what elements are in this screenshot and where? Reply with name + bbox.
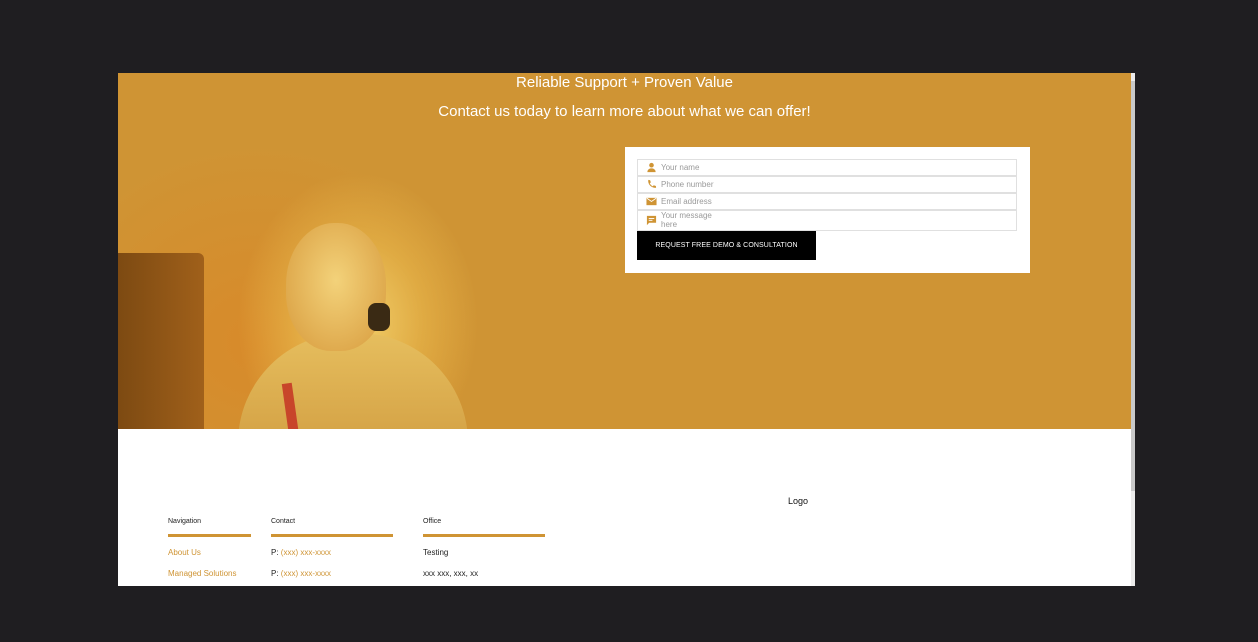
- office-heading: Office: [423, 518, 442, 525]
- message-input[interactable]: [661, 211, 721, 229]
- nav-link-about-us[interactable]: About Us: [168, 548, 201, 557]
- person-icon: [646, 162, 657, 173]
- page: Reliable Support + Proven Value Contact …: [118, 73, 1135, 586]
- footer-logo[interactable]: Logo: [788, 496, 808, 506]
- contact-divider: [271, 534, 393, 537]
- phone-icon: [646, 179, 657, 190]
- name-input[interactable]: [661, 160, 1001, 175]
- contact-phone-line: P: (xxx) xxx-xxxx: [271, 548, 331, 557]
- monitor-shape: [118, 253, 204, 429]
- scrollbar-thumb[interactable]: [1131, 81, 1135, 491]
- headset-shape: [368, 303, 390, 331]
- office-line: Testing: [423, 548, 449, 557]
- contact-phone-link[interactable]: (xxx) xxx-xxxx: [281, 548, 331, 557]
- hero-title: Reliable Support + Proven Value: [516, 74, 733, 91]
- hero-section: Reliable Support + Proven Value Contact …: [118, 73, 1131, 429]
- agent-head: [286, 223, 386, 351]
- footer: Logo Navigation About Us Managed Solutio…: [118, 429, 1131, 586]
- office-divider: [423, 534, 545, 537]
- phone-prefix: P:: [271, 569, 279, 578]
- phone-input[interactable]: [661, 177, 1001, 192]
- message-field: [637, 210, 1017, 231]
- phone-field: [637, 176, 1017, 193]
- contact-heading: Contact: [271, 518, 296, 525]
- mail-icon: [646, 196, 657, 207]
- navigation-divider: [168, 534, 251, 537]
- name-field: [637, 159, 1017, 176]
- contact-phone-link[interactable]: (xxx) xxx-xxxx: [281, 569, 331, 578]
- email-input[interactable]: [661, 194, 1001, 209]
- support-agent-photo: [118, 113, 578, 429]
- contact-form: REQUEST FREE DEMO & CONSULTATION: [625, 147, 1030, 273]
- request-demo-button[interactable]: REQUEST FREE DEMO & CONSULTATION: [637, 231, 816, 260]
- email-field: [637, 193, 1017, 210]
- navigation-heading: Navigation: [168, 518, 202, 525]
- hero-subtitle: Contact us today to learn more about wha…: [438, 103, 811, 120]
- page-scrollbar[interactable]: [1131, 73, 1135, 586]
- contact-phone-line: P: (xxx) xxx-xxxx: [271, 569, 331, 578]
- office-line: xxx xxx, xxx, xx: [423, 569, 479, 578]
- nav-link-managed-solutions[interactable]: Managed Solutions: [168, 569, 237, 578]
- phone-prefix: P:: [271, 548, 279, 557]
- message-icon: [646, 215, 657, 226]
